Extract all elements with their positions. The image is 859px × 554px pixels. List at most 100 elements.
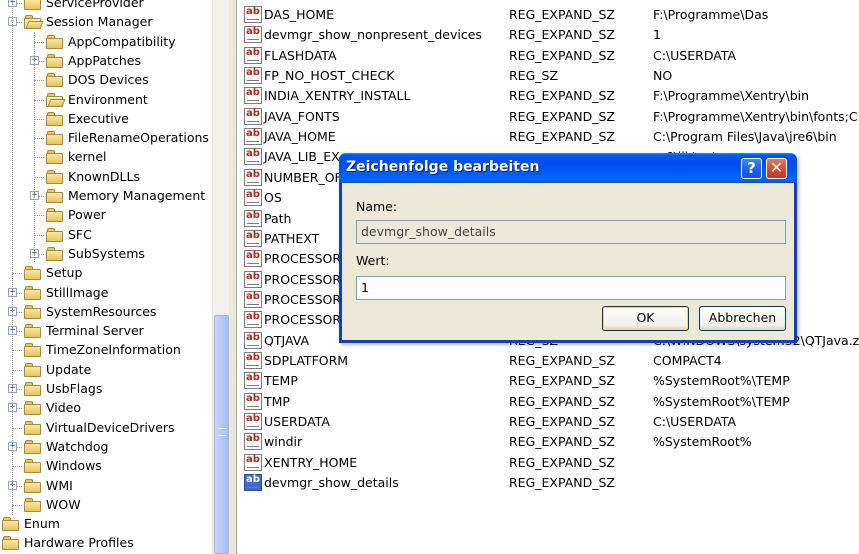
tree-item-label: Executive (68, 110, 129, 126)
tree-item-label: Windows (46, 458, 102, 474)
value-name: XENTRY_HOME (264, 454, 358, 470)
tree-item-label: Video (46, 400, 82, 416)
tree-item[interactable]: AppCompatibility (0, 33, 212, 52)
value-row[interactable]: ab XENTRY_HOME REG_EXPAND_SZ (238, 453, 859, 473)
value-data: C:\USERDATA (653, 47, 737, 63)
tree-item[interactable]: + StillImage (0, 284, 212, 303)
string-value-icon: ab (244, 46, 262, 64)
tree-item[interactable]: + AppPatches (0, 52, 212, 71)
value-name: OS (264, 190, 282, 206)
folder-icon (24, 266, 42, 281)
tree-item[interactable]: Executive (0, 110, 212, 129)
tree-item[interactable]: Environment (0, 91, 212, 110)
string-value-icon: ab (244, 433, 262, 451)
value-row[interactable]: ab FP_NO_HOST_CHECK REG_SZ NO (238, 66, 859, 86)
tree-scrollbar[interactable] (212, 0, 229, 554)
string-value-icon: ab (244, 413, 262, 430)
tree-item[interactable]: - Session Manager (0, 13, 212, 32)
tree-item[interactable]: KnownDLLs (0, 168, 212, 187)
tree-item[interactable]: + WMI (0, 477, 212, 496)
value-name: QTJAVA (264, 332, 309, 348)
tree-item[interactable]: Update (0, 361, 212, 380)
tree-item[interactable]: Power (0, 206, 212, 225)
tree-item[interactable]: + SystemResources (0, 303, 212, 322)
tree-item[interactable]: VirtualDeviceDrivers (0, 419, 212, 438)
folder-icon (24, 343, 42, 358)
value-type: REG_EXPAND_SZ (509, 129, 615, 145)
tree-item[interactable]: + Video (0, 399, 212, 418)
value-data: %SystemRoot% (653, 434, 752, 450)
pane-splitter[interactable] (229, 0, 237, 554)
dialog-titlebar[interactable]: Zeichenfolge bearbeiten ? ✕ (339, 153, 797, 183)
tree-item[interactable]: Hardware Profiles (0, 534, 212, 553)
value-row[interactable]: ab JAVA_FONTS REG_EXPAND_SZ F:\Programme\Xe… (238, 107, 859, 127)
tree-item-label: Update (46, 361, 92, 377)
value-row[interactable]: ab windir REG_EXPAND_SZ %SystemRoot% (238, 432, 859, 452)
string-value-icon: ab (244, 372, 262, 390)
string-value-icon: ab (244, 331, 262, 349)
tree-item-label: AppPatches (68, 52, 141, 68)
string-value-icon: ab (244, 290, 262, 308)
value-data: %SystemRoot%\TEMP (653, 373, 790, 389)
string-value-icon: ab (244, 128, 262, 146)
tree-item[interactable]: + ServiceProvider (0, 0, 212, 13)
value-label: Wert: (356, 253, 390, 268)
tree-item-label: WOW (46, 496, 81, 512)
string-value-icon: ab (244, 453, 262, 471)
tree-item[interactable]: + Memory Management (0, 187, 212, 206)
value-type: REG_EXPAND_SZ (509, 393, 615, 409)
value-name: FLASHDATA (264, 47, 337, 63)
value-row[interactable]: ab TMP REG_EXPAND_SZ %SystemRoot%\TEMP (238, 392, 859, 412)
tree-item[interactable]: WOW (0, 496, 212, 515)
close-button[interactable]: ✕ (766, 158, 787, 179)
tree-item-label: kernel (68, 149, 107, 165)
string-value-icon: ab (244, 351, 262, 369)
value-row[interactable]: ab SDPLATFORM REG_EXPAND_SZ COMPACT4 (238, 351, 859, 371)
value-data: F:\Programme\Xentry\bin\fonts;C:\ (653, 108, 859, 124)
tree-item[interactable]: SFC (0, 226, 212, 245)
tree-item[interactable]: + SubSystems (0, 245, 212, 264)
value-row[interactable]: ab devmgr_show_details REG_EXPAND_SZ (238, 473, 859, 493)
value-type: REG_EXPAND_SZ (509, 373, 615, 389)
tree-item[interactable]: FileRenameOperations (0, 129, 212, 148)
value-type: REG_EXPAND_SZ (509, 475, 615, 491)
value-type: REG_EXPAND_SZ (509, 108, 615, 124)
tree-item[interactable]: Setup (0, 264, 212, 283)
value-type: REG_EXPAND_SZ (509, 454, 615, 470)
help-button[interactable]: ? (741, 158, 762, 179)
value-row[interactable]: ab DAS_HOME REG_EXPAND_SZ F:\Programme\Das (238, 5, 859, 25)
value-type: REG_EXPAND_SZ (509, 47, 615, 63)
value-name: JAVA_LIB_EX (264, 149, 340, 165)
value-row[interactable]: ab devmgr_show_nonpresent_devices REG_EXPA… (238, 25, 859, 45)
tree-scroll-thumb[interactable] (214, 315, 229, 554)
ok-button[interactable]: OK (602, 306, 689, 331)
string-value-icon: ab (244, 107, 262, 125)
value-row[interactable]: ab TEMP REG_EXPAND_SZ %SystemRoot%\TEMP (238, 371, 859, 391)
folder-icon (24, 439, 42, 454)
name-field: devmgr_show_details (356, 220, 786, 244)
folder-icon (46, 34, 64, 49)
value-row[interactable]: ab USERDATA REG_EXPAND_SZ C:\USERDATA (238, 412, 859, 432)
tree-item[interactable]: + Watchdog (0, 438, 212, 457)
tree-item[interactable]: Enum (0, 515, 212, 534)
tree-item[interactable]: + UsbFlags (0, 380, 212, 399)
value-name: PROCESSOR (264, 291, 342, 307)
cancel-button[interactable]: Abbrechen (699, 306, 786, 331)
value-data-input[interactable]: 1 (356, 276, 786, 300)
tree-item[interactable]: kernel (0, 148, 212, 167)
value-name: devmgr_show_nonpresent_devices (264, 27, 482, 43)
value-row[interactable]: ab JAVA_HOME REG_EXPAND_SZ C:\Program Files… (238, 127, 859, 147)
value-name: devmgr_show_details (264, 475, 399, 491)
tree-item-label: Environment (68, 91, 148, 107)
tree-item[interactable]: TimeZoneInformation (0, 341, 212, 360)
tree-item-label: DOS Devices (68, 72, 149, 88)
tree-item-label: Memory Management (68, 188, 206, 203)
value-row[interactable]: ab INDIA_XENTRY_INSTALL REG_EXPAND_SZ F:\Pr… (238, 86, 859, 106)
value-row[interactable]: ab FLASHDATA REG_EXPAND_SZ C:\USERDATA (238, 46, 859, 66)
tree-item[interactable]: + Terminal Server (0, 322, 212, 341)
value-name: windir (264, 434, 303, 450)
tree-item[interactable]: Windows (0, 457, 212, 476)
registry-key-tree[interactable]: + ServiceProvider - Session Manager AppCompa… (0, 0, 212, 554)
folder-icon (46, 246, 64, 261)
tree-item[interactable]: DOS Devices (0, 71, 212, 90)
